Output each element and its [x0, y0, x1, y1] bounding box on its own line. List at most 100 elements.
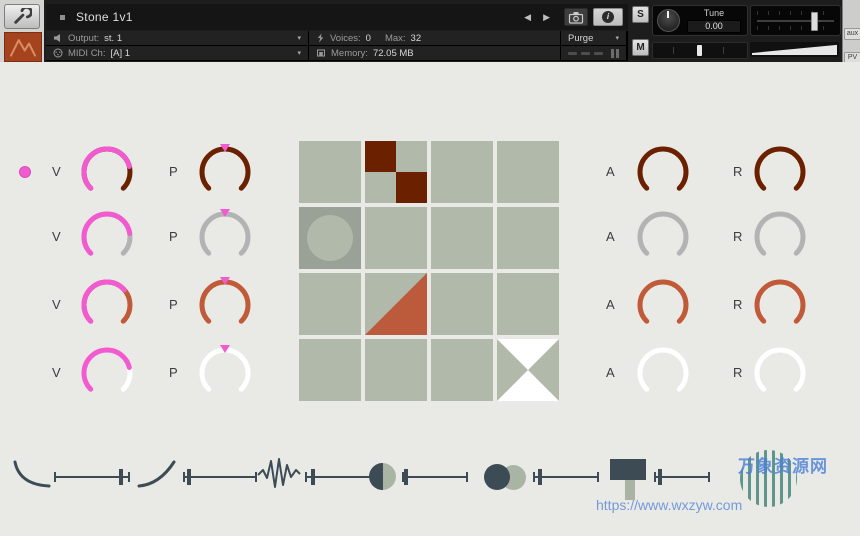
meter-dash	[581, 52, 590, 55]
grid-cell[interactable]	[299, 273, 361, 335]
release-knob-4[interactable]	[752, 345, 808, 401]
attack-curve-icon	[137, 459, 177, 489]
mute-button[interactable]: M	[632, 39, 649, 56]
pan-label: P	[169, 277, 178, 333]
kontakt-instrument-window: Stone 1v1 ◀ ▶ i Output: st. 1	[0, 0, 860, 536]
info-icon: i	[602, 11, 614, 23]
slider-handle[interactable]	[538, 469, 542, 485]
purge-meter-cell	[561, 46, 626, 60]
overlap-circles-icon	[484, 464, 528, 491]
volume-knob-4[interactable]	[79, 345, 135, 401]
shape-grid	[299, 141, 559, 401]
solo-button[interactable]: S	[632, 6, 649, 23]
attack-label: A	[606, 345, 615, 401]
knob-row-2-left: V P	[46, 209, 258, 265]
curve-slider-1[interactable]	[54, 469, 130, 485]
prev-instrument-button[interactable]: ◀	[518, 12, 537, 23]
slider-handle[interactable]	[404, 469, 408, 485]
instrument-title: Stone 1v1	[76, 10, 133, 24]
grid-cell-ramp[interactable]	[365, 273, 427, 335]
tune-knob-pointer	[667, 11, 669, 18]
grid-cell[interactable]	[497, 141, 559, 203]
grid-cell[interactable]	[497, 273, 559, 335]
grid-cell[interactable]	[431, 207, 493, 269]
grid-cell-hourglass[interactable]	[497, 339, 559, 401]
grid-cell[interactable]	[299, 339, 361, 401]
release-knob-3[interactable]	[752, 277, 808, 333]
volume-label: V	[52, 345, 61, 401]
mini-meter	[616, 49, 619, 58]
decay-curve-icon	[13, 459, 51, 489]
release-knob-2[interactable]	[752, 209, 808, 265]
grid-cell-circle[interactable]	[299, 207, 361, 269]
midi-dropdown[interactable]: MIDI Ch: [A] 1 ▾	[46, 46, 308, 60]
tune-value[interactable]: 0.00	[687, 20, 741, 33]
slider-handle[interactable]	[311, 469, 315, 485]
grid-cell[interactable]	[431, 339, 493, 401]
title-bar: Stone 1v1 ◀ ▶ i	[46, 4, 628, 30]
meter-dash	[568, 52, 577, 55]
info-button[interactable]: i	[593, 8, 623, 26]
activity-led	[19, 166, 31, 178]
header-info-rows: Output: st. 1 ▾ Voices: 0 Max: 32 Purge …	[46, 31, 628, 61]
slider-handle[interactable]	[119, 469, 123, 485]
volume-knob-2[interactable]	[79, 209, 135, 265]
slider-handle[interactable]	[187, 469, 191, 485]
pan-knob-2[interactable]	[197, 209, 253, 265]
knob-row-4-left: V P	[46, 345, 258, 401]
grid-cell-checker[interactable]	[365, 141, 427, 203]
curve-slider-2[interactable]	[183, 469, 257, 485]
instrument-header: Stone 1v1 ◀ ▶ i Output: st. 1	[0, 0, 860, 62]
wrench-button[interactable]	[4, 4, 40, 29]
grid-cell[interactable]	[299, 141, 361, 203]
pan-label: P	[169, 209, 178, 265]
volume-knob-3[interactable]	[79, 277, 135, 333]
pan-tick	[723, 47, 724, 54]
pan-knob-1[interactable]	[197, 144, 253, 200]
knob-row-1-right: A R	[604, 144, 816, 200]
grid-cell[interactable]	[497, 207, 559, 269]
volume-handle[interactable]	[811, 12, 818, 31]
knob-row-1-left: V P	[46, 144, 258, 200]
attack-knob-1[interactable]	[635, 144, 691, 200]
knob-row-2-right: A R	[604, 209, 816, 265]
release-label: R	[733, 277, 742, 333]
slider-handle[interactable]	[658, 469, 662, 485]
purge-dropdown[interactable]: Purge ▾	[561, 31, 626, 45]
level-meter-wedge	[752, 44, 837, 55]
block-fader-icon	[610, 457, 648, 501]
aux-tab[interactable]: aux	[844, 28, 860, 40]
volume-ticks	[757, 26, 834, 30]
attack-knob-2[interactable]	[635, 209, 691, 265]
block-slider[interactable]	[654, 469, 710, 485]
memory-icon	[316, 48, 326, 58]
release-knob-1[interactable]	[752, 144, 808, 200]
volume-fader[interactable]	[750, 5, 841, 36]
release-label: R	[733, 209, 742, 265]
pan-handle[interactable]	[697, 45, 702, 56]
blend-slider-2[interactable]	[533, 469, 599, 485]
volume-knob-1[interactable]	[79, 144, 135, 200]
pan-knob-3[interactable]	[197, 277, 253, 333]
grid-cell[interactable]	[365, 207, 427, 269]
pan-knob-4[interactable]	[197, 345, 253, 401]
voices-icon	[316, 33, 325, 43]
blend-slider-1[interactable]	[402, 469, 468, 485]
slider-track	[533, 476, 599, 478]
attack-label: A	[606, 277, 615, 333]
attack-knob-4[interactable]	[635, 345, 691, 401]
output-label: Output:	[68, 33, 99, 44]
output-dropdown[interactable]: Output: st. 1 ▾	[46, 31, 308, 45]
next-instrument-button[interactable]: ▶	[537, 12, 556, 23]
watermark-url: https://www.wxzyw.com	[596, 497, 742, 513]
snapshot-button[interactable]	[564, 8, 588, 26]
tune-knob[interactable]	[657, 9, 680, 32]
pan-slider[interactable]	[652, 42, 748, 59]
grid-cell[interactable]	[431, 273, 493, 335]
attack-knob-3[interactable]	[635, 277, 691, 333]
waveform-icon	[257, 457, 301, 491]
meter-dash	[594, 52, 603, 55]
grid-cell[interactable]	[365, 339, 427, 401]
pan-label: P	[169, 345, 178, 401]
grid-cell[interactable]	[431, 141, 493, 203]
